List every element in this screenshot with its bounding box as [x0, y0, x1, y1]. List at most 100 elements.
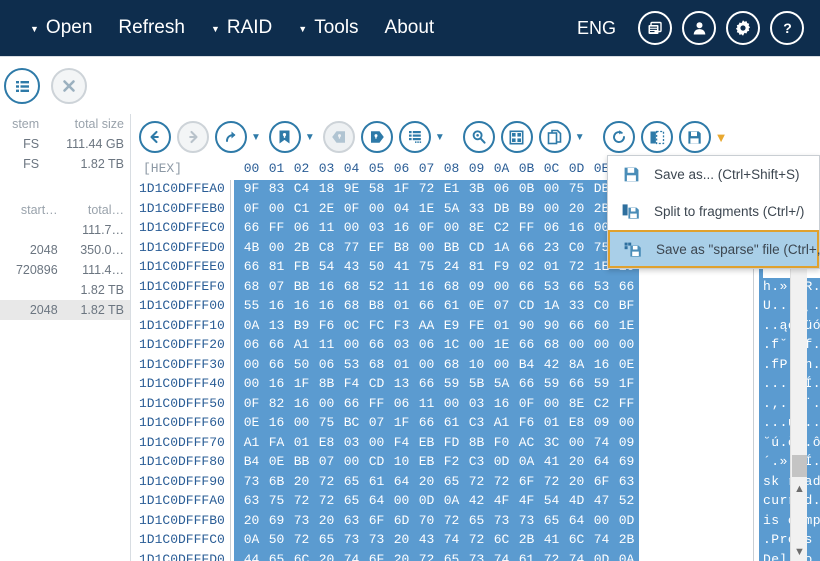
hex-byte[interactable]: 16	[264, 298, 289, 313]
hex-row[interactable]: 1D1C0DFFEF0 68 07 BB 16 68 52 11 16 68 09 00 66 53 66 5…	[131, 277, 820, 297]
hex-byte[interactable]: 66	[264, 357, 289, 372]
hex-byte[interactable]: 2E	[314, 201, 339, 216]
hex-byte[interactable]: 33	[464, 201, 489, 216]
hex-byte[interactable]: 06	[389, 396, 414, 411]
bookmark-button[interactable]	[268, 121, 301, 153]
hex-byte[interactable]: 8E	[464, 220, 489, 235]
hex-bytes[interactable]: 0F 82 16 00 66 FF 06 11 00 03 16 0F 00 8E C2 FF	[234, 394, 639, 414]
hex-byte[interactable]: 00	[389, 493, 414, 508]
hex-byte[interactable]: 0C	[339, 318, 364, 333]
hex-byte[interactable]: 66	[339, 396, 364, 411]
hex-byte[interactable]: FE	[464, 318, 489, 333]
hex-byte[interactable]: 00	[439, 396, 464, 411]
hex-byte[interactable]: E8	[314, 435, 339, 450]
hex-byte[interactable]: 72	[564, 259, 589, 274]
hex-byte[interactable]: 63	[239, 493, 264, 508]
hex-byte[interactable]: 72	[289, 532, 314, 547]
hex-row[interactable]: 1D1C0DFFF20 06 66 A1 11 00 66 03 06 1C 00 1E 66 68 00 0…	[131, 336, 820, 356]
hex-row[interactable]: 1D1C0DFFFB0 20 69 73 20 63 6F 6D 70 72 65 73 73 65 64 0…	[131, 511, 820, 531]
hex-byte[interactable]: 20	[564, 474, 589, 489]
hex-byte[interactable]: 16	[289, 298, 314, 313]
hex-byte[interactable]: B4	[239, 454, 264, 469]
hex-byte[interactable]: 2B	[514, 532, 539, 547]
hex-byte[interactable]: 1A	[539, 298, 564, 313]
hex-byte[interactable]: 00	[539, 201, 564, 216]
hex-bytes[interactable]: 55 16 16 16 68 B8 01 66 61 0E 07 CD 1A 33 C0 BF	[234, 297, 639, 317]
table-row[interactable]: 720896 111.4…	[0, 260, 130, 280]
hex-byte[interactable]: 11	[314, 337, 339, 352]
hex-byte[interactable]: 01	[389, 298, 414, 313]
hex-byte[interactable]: 4D	[564, 493, 589, 508]
template-button[interactable]	[398, 121, 431, 153]
hex-byte[interactable]: 53	[589, 279, 614, 294]
hex-byte[interactable]: E9	[439, 318, 464, 333]
hex-byte[interactable]: 09	[614, 435, 639, 450]
hex-byte[interactable]: 73	[364, 532, 389, 547]
hex-byte[interactable]: 00	[339, 337, 364, 352]
hex-byte[interactable]: 10	[464, 357, 489, 372]
hex-byte[interactable]: 6F	[364, 552, 389, 561]
hex-byte[interactable]: 06	[289, 220, 314, 235]
hex-byte[interactable]: 66	[514, 240, 539, 255]
hex-byte[interactable]: BC	[339, 415, 364, 430]
hex-byte[interactable]: 1F	[389, 415, 414, 430]
hex-byte[interactable]: 69	[264, 513, 289, 528]
table-row[interactable]: 111.7…	[0, 220, 130, 240]
hex-byte[interactable]: 68	[439, 279, 464, 294]
hex-byte[interactable]: 03	[464, 396, 489, 411]
hex-byte[interactable]: 82	[264, 396, 289, 411]
hex-byte[interactable]: 73	[339, 532, 364, 547]
hex-byte[interactable]: 00	[539, 181, 564, 196]
hex-byte[interactable]: 66	[239, 259, 264, 274]
hex-byte[interactable]: 58	[364, 181, 389, 196]
hex-byte[interactable]: 01	[389, 357, 414, 372]
table-row[interactable]: FS 111.44 GB	[0, 134, 130, 154]
hex-byte[interactable]: 53	[539, 279, 564, 294]
hex-byte[interactable]: BB	[289, 279, 314, 294]
hex-byte[interactable]: 2B	[289, 240, 314, 255]
hex-byte[interactable]: 00	[614, 337, 639, 352]
panel-icon[interactable]	[640, 121, 673, 153]
hex-byte[interactable]: 72	[539, 552, 564, 561]
hex-byte[interactable]: 10	[389, 454, 414, 469]
hex-byte[interactable]: 61	[439, 298, 464, 313]
hex-byte[interactable]: 07	[264, 279, 289, 294]
hex-row[interactable]: 1D1C0DFFF70 A1 FA 01 E8 03 00 F4 EB FD 8B F0 AC 3C 00 7…	[131, 433, 820, 453]
hex-byte[interactable]: 65	[314, 532, 339, 547]
hex-byte[interactable]: 6F	[514, 474, 539, 489]
hex-byte[interactable]: 41	[539, 532, 564, 547]
hex-byte[interactable]: 1F	[614, 376, 639, 391]
hex-byte[interactable]: 00	[464, 337, 489, 352]
hex-byte[interactable]: 70	[414, 513, 439, 528]
hex-byte[interactable]: 74	[489, 552, 514, 561]
hex-byte[interactable]: 0F	[239, 201, 264, 216]
hex-byte[interactable]: 41	[539, 454, 564, 469]
hex-byte[interactable]: 9E	[339, 181, 364, 196]
hex-byte[interactable]: 72	[414, 181, 439, 196]
nav-item-tools[interactable]: ▼ Tools	[298, 17, 384, 39]
hex-byte[interactable]: 77	[339, 240, 364, 255]
hex-byte[interactable]: 5B	[464, 376, 489, 391]
hex-byte[interactable]: 44	[239, 552, 264, 561]
hex-byte[interactable]: FC	[364, 318, 389, 333]
hex-byte[interactable]: E1	[439, 181, 464, 196]
hex-byte[interactable]: 6C	[489, 532, 514, 547]
language-selector[interactable]: ENG	[577, 18, 616, 39]
hex-byte[interactable]: 47	[589, 493, 614, 508]
hex-byte[interactable]: 00	[264, 201, 289, 216]
hex-byte[interactable]: 16	[264, 415, 289, 430]
back-button[interactable]	[139, 121, 171, 153]
hex-byte[interactable]: 0B	[514, 181, 539, 196]
hex-byte[interactable]: 00	[589, 513, 614, 528]
hex-byte[interactable]: 65	[439, 552, 464, 561]
hex-bytes[interactable]: 9F83C4189E581F72E13B060B0075DBA3	[234, 180, 639, 200]
nav-item-about[interactable]: About	[385, 17, 461, 39]
hex-byte[interactable]: 09	[464, 279, 489, 294]
hex-row[interactable]: 1D1C0DFFF90 73 6B 20 72 65 61 64 20 65 72 72 6F 72 20 6…	[131, 472, 820, 492]
hex-byte[interactable]: 4F	[489, 493, 514, 508]
hex-byte[interactable]: BB	[439, 240, 464, 255]
hex-byte[interactable]: EB	[414, 435, 439, 450]
hex-byte[interactable]: 65	[539, 513, 564, 528]
hex-byte[interactable]: 0A	[514, 454, 539, 469]
hex-byte[interactable]: 59	[439, 376, 464, 391]
